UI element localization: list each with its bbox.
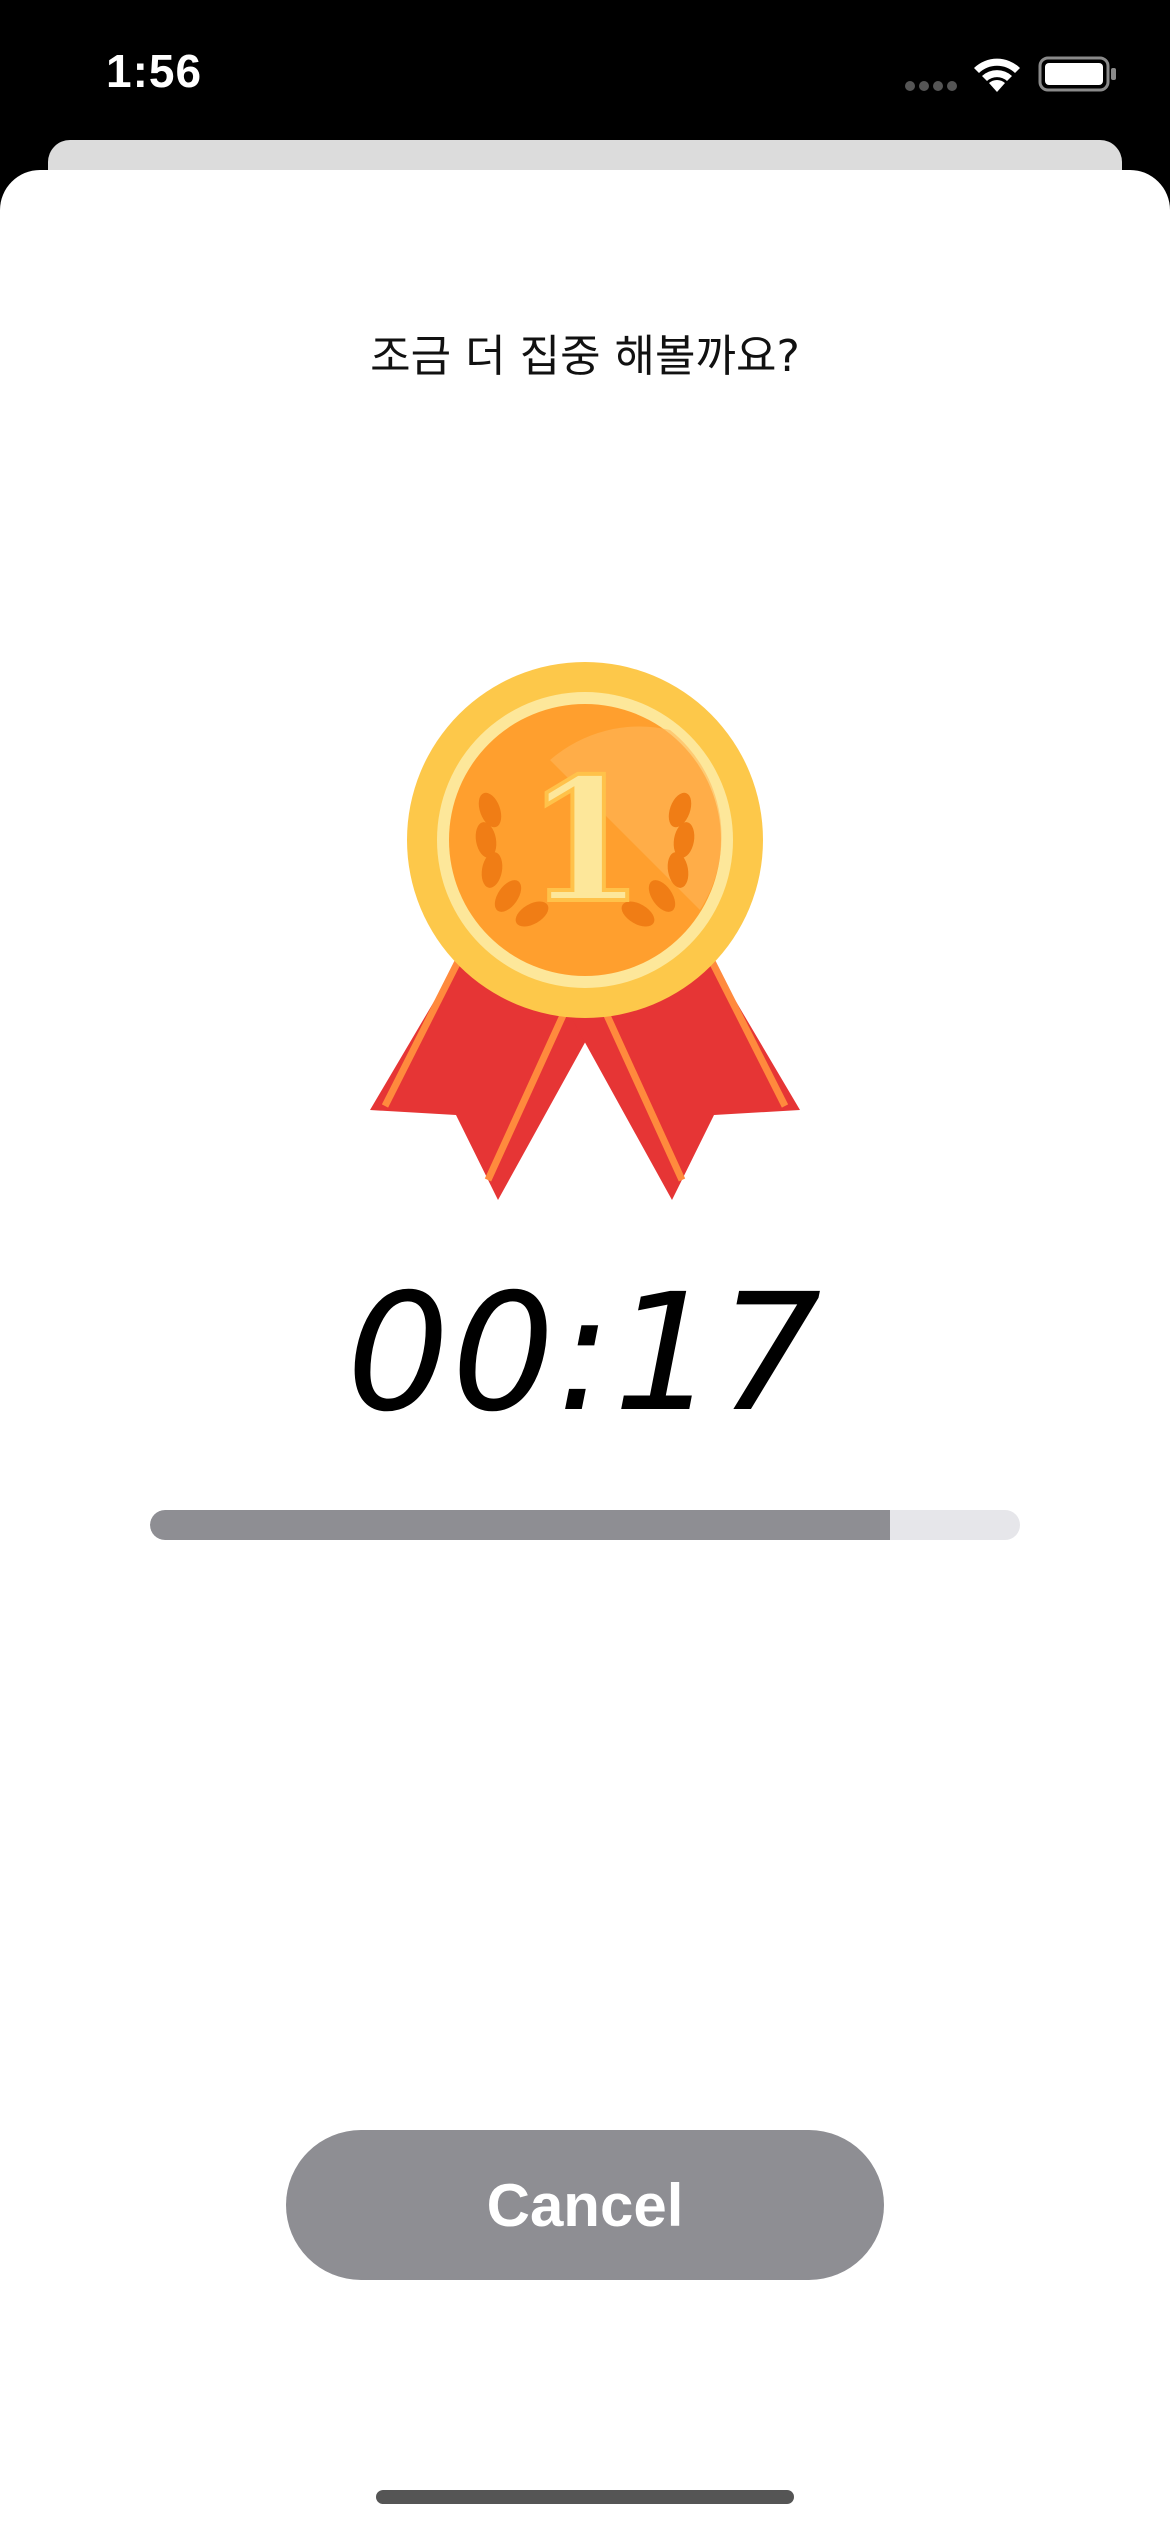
status-bar: 1:56 bbox=[0, 0, 1170, 140]
cellular-signal-icon bbox=[905, 81, 957, 91]
progress-bar bbox=[150, 1510, 1020, 1540]
prompt-title: 조금 더 집중 해볼까요? bbox=[370, 331, 800, 382]
wifi-icon bbox=[974, 58, 1020, 92]
cancel-button[interactable]: Cancel bbox=[286, 2130, 884, 2280]
focus-sheet: 조금 더 집중 해볼까요? 1 00:17 Cancel bbox=[0, 170, 1170, 2532]
progress-bar-fill bbox=[150, 1510, 890, 1540]
home-indicator[interactable] bbox=[376, 2490, 794, 2504]
medal-rank-number: 1 bbox=[526, 741, 644, 941]
battery-icon bbox=[1038, 56, 1116, 92]
cancel-button-label: Cancel bbox=[486, 2171, 684, 2239]
status-time: 1:56 bbox=[106, 45, 203, 97]
gold-medal-icon: 1 bbox=[370, 662, 800, 1200]
countdown-timer: 00:17 bbox=[346, 1260, 824, 1448]
